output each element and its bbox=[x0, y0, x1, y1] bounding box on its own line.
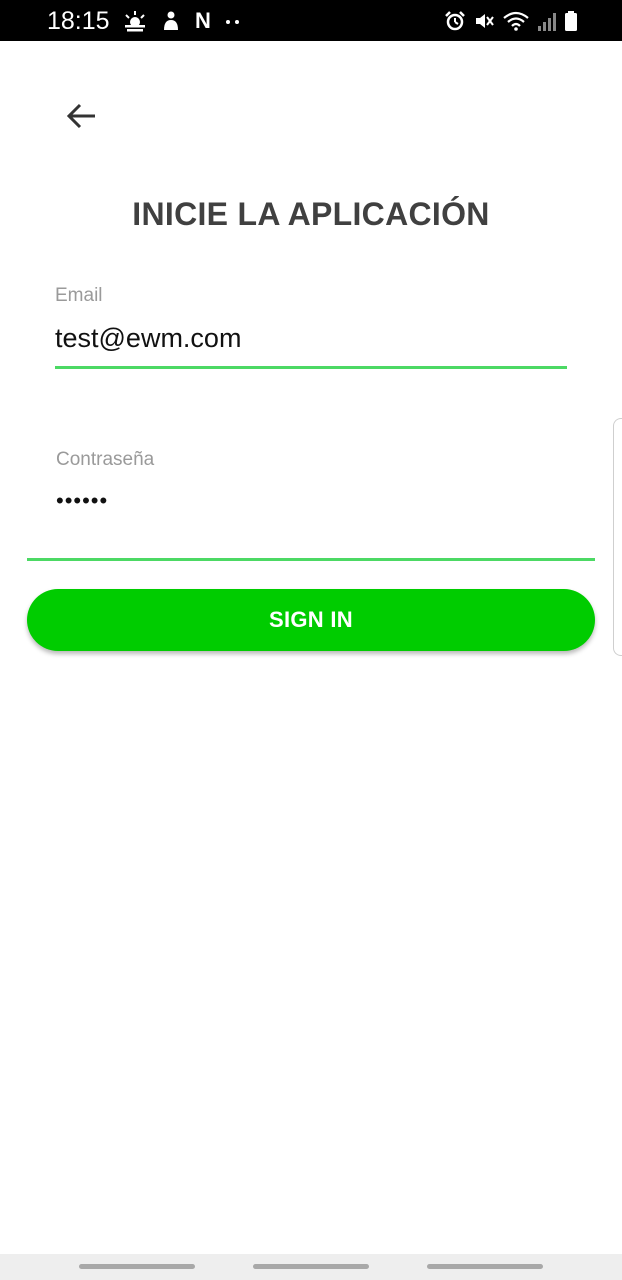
status-right-icons bbox=[444, 8, 578, 34]
password-label: Contraseña bbox=[56, 449, 155, 470]
email-field-container: Email bbox=[55, 280, 567, 370]
status-bar: 18:15 N bbox=[0, 0, 622, 41]
password-underline bbox=[27, 558, 595, 561]
email-underline bbox=[55, 366, 567, 369]
cast-icon bbox=[161, 10, 181, 32]
login-screen: 18:15 N INICIE LA APLICACIÓN Email test@… bbox=[0, 0, 622, 1280]
navigation-bar bbox=[0, 1254, 622, 1280]
signal-icon bbox=[537, 10, 557, 32]
arrow-left-icon bbox=[66, 102, 98, 135]
netflix-icon: N bbox=[195, 8, 211, 33]
mute-icon bbox=[473, 10, 495, 32]
edge-panel-handle[interactable] bbox=[613, 418, 622, 656]
page-title: INICIE LA APLICACIÓN bbox=[132, 196, 490, 232]
more-dots-icon bbox=[225, 10, 241, 32]
wifi-icon bbox=[502, 10, 530, 32]
weather-icon bbox=[123, 10, 147, 32]
back-button[interactable] bbox=[56, 94, 108, 142]
battery-icon bbox=[564, 10, 578, 32]
nav-recents-button[interactable] bbox=[79, 1264, 195, 1269]
status-left-icons: N bbox=[123, 8, 241, 34]
password-field-container: Contraseña bbox=[27, 445, 595, 563]
status-time: 18:15 bbox=[47, 7, 110, 35]
nav-back-button[interactable] bbox=[427, 1264, 543, 1269]
email-input[interactable] bbox=[55, 318, 567, 358]
email-label: Email bbox=[55, 285, 103, 306]
password-input[interactable] bbox=[56, 483, 576, 519]
nav-home-button[interactable] bbox=[253, 1264, 369, 1269]
alarm-icon bbox=[444, 10, 466, 32]
sign-in-button[interactable]: SIGN IN bbox=[27, 589, 595, 651]
